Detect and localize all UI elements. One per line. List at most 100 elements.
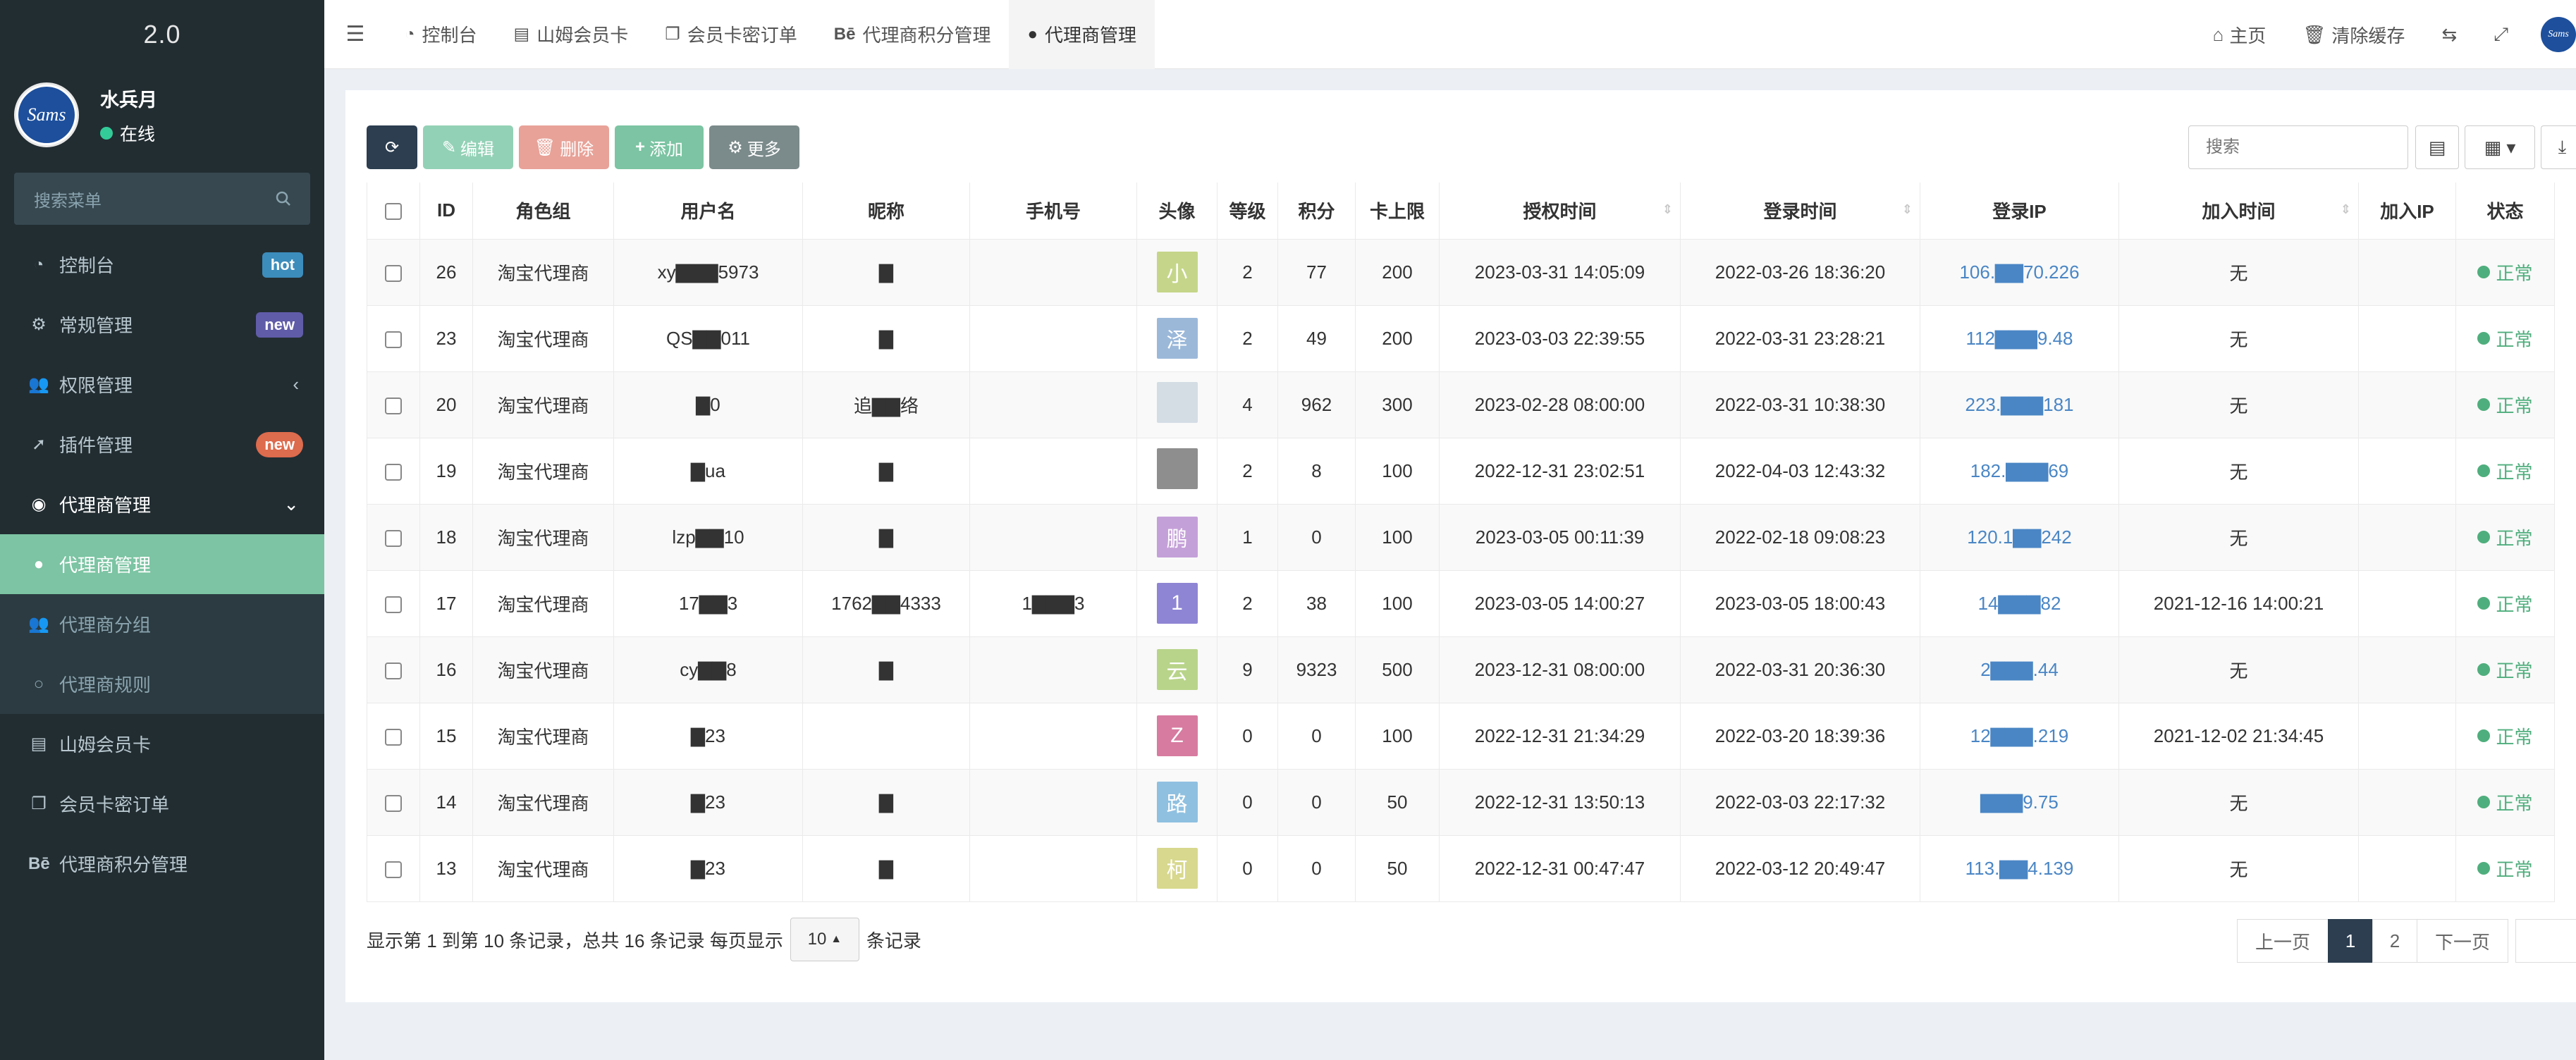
jump-page-input[interactable]	[2515, 919, 2576, 963]
col-header-sortable[interactable]: 授权时间 ⇕	[1439, 183, 1681, 240]
table-row[interactable]: 15 淘宝代理商 ▇23 Z 0 0 100 2022-12-31 21:34:29 2022-…	[367, 702, 2555, 770]
prev-page-button[interactable]: 上一页	[2237, 919, 2329, 963]
page-2-button[interactable]: 2	[2372, 919, 2417, 963]
columns-button[interactable]: ▦ ▾	[2465, 125, 2535, 169]
row-checkbox[interactable]	[385, 861, 402, 878]
tab-agent-points[interactable]: Bē 代理商积分管理	[816, 0, 1010, 69]
users-icon: 👥	[28, 375, 49, 394]
fullscreen-icon[interactable]: ⤢	[2475, 23, 2527, 46]
row-checkbox[interactable]	[385, 662, 402, 679]
table-search-input[interactable]	[2188, 125, 2408, 169]
sidebar-item-plugins[interactable]: ➚ 插件管理 new	[0, 414, 324, 474]
row-checkbox[interactable]	[385, 728, 402, 746]
brand-logo[interactable]: 2.0	[0, 0, 324, 69]
table-row[interactable]: 20 淘宝代理商 ▇0 追▇▇络 4 962 300 2023-02-28 08:00:00 2…	[367, 371, 2555, 438]
page-size-select[interactable]: 10 ▲	[790, 918, 859, 961]
edit-button[interactable]: ✎ 编辑	[423, 125, 513, 169]
row-select-cell[interactable]	[367, 834, 420, 902]
sidebar-item-card-orders[interactable]: ❐ 会员卡密订单	[0, 774, 324, 834]
sidebar-item-agent-management[interactable]: ◉ 代理商管理 ⌄	[0, 474, 324, 534]
refresh-button[interactable]: ⟳	[367, 125, 417, 169]
row-checkbox[interactable]	[385, 463, 402, 481]
row-select-cell[interactable]	[367, 238, 420, 306]
sidebar-subitem-agent-group[interactable]: 👥 代理商分组	[0, 594, 324, 654]
cell-status: 正常	[2455, 569, 2555, 637]
sidebar-item-agent-points[interactable]: Bē 代理商积分管理	[0, 834, 324, 894]
add-button[interactable]: + 添加	[615, 125, 704, 169]
cell-avatar: 鹏	[1136, 503, 1218, 571]
cell-level: 4	[1217, 371, 1278, 438]
row-checkbox[interactable]	[385, 794, 402, 812]
col-header[interactable]: ID	[419, 183, 473, 240]
row-select-cell[interactable]	[367, 503, 420, 571]
cell-level: 2	[1217, 437, 1278, 505]
table-row[interactable]: 23 淘宝代理商 QS▇▇011 ▇ 泽 2 49 200 2023-03-03 22:39:5…	[367, 304, 2555, 372]
menu-toggle-icon[interactable]: ☰	[324, 22, 386, 47]
cell-id: 13	[419, 834, 473, 902]
delete-button[interactable]: 🗑 删除	[519, 125, 609, 169]
tab-card-orders[interactable]: ❐ 会员卡密订单	[646, 0, 816, 69]
translate-icon[interactable]: ⇆	[2423, 24, 2475, 46]
table-row[interactable]: 18 淘宝代理商 lzp▇▇10 ▇ 鹏 1 0 100 2023-03-05 00:11:39…	[367, 503, 2555, 571]
sidebar-subitem-agent-rules[interactable]: ○ 代理商规则	[0, 654, 324, 714]
select-all-header[interactable]	[367, 183, 420, 240]
cell-auth-time: 2023-03-31 14:05:09	[1439, 238, 1681, 306]
search-icon[interactable]	[275, 190, 292, 207]
sidebar-item-dashboard[interactable]: ◔ 控制台 hot	[0, 235, 324, 295]
row-select-cell[interactable]	[367, 304, 420, 372]
level-value: 2	[1242, 327, 1253, 349]
row-checkbox[interactable]	[385, 397, 402, 414]
table-row[interactable]: 17 淘宝代理商 17▇▇3 1762▇▇4333 1▇▇▇3 1 2 38 100 2023-0…	[367, 569, 2555, 637]
row-select-cell[interactable]	[367, 768, 420, 836]
sidebar-search-input[interactable]: 搜索菜单	[34, 187, 102, 211]
table-row[interactable]: 16 淘宝代理商 cy▇▇8 ▇ 云 9 9323 500 2023-12-31 08:00:0…	[367, 636, 2555, 703]
table-row[interactable]: 14 淘宝代理商 ▇23 ▇ 路 0 0 50 2022-12-31 13:50:13 2022-…	[367, 768, 2555, 836]
cell-score: 962	[1277, 371, 1356, 438]
sidebar-subitem-agent-management[interactable]: ● 代理商管理	[0, 534, 324, 594]
tab-dashboard[interactable]: ◔ 控制台	[386, 0, 496, 69]
cell-username: ▇ua	[613, 437, 803, 505]
cell-username: QS▇▇011	[613, 304, 803, 372]
row-checkbox[interactable]	[385, 529, 402, 547]
cell-avatar: 云	[1136, 636, 1218, 703]
cell-phone	[969, 768, 1137, 836]
export-button[interactable]: ⤓	[2541, 125, 2576, 169]
table-row[interactable]: 19 淘宝代理商 ▇ua ▇ 2 8 100 2022-12-31 23:02:51 2022-…	[367, 437, 2555, 505]
cell-nickname: ▇	[802, 503, 970, 571]
row-select-cell[interactable]	[367, 437, 420, 505]
row-checkbox[interactable]	[385, 264, 402, 282]
table-row[interactable]: 13 淘宝代理商 ▇23 ▇ 柯 0 0 50 2022-12-31 00:47:47 2022-…	[367, 834, 2555, 902]
sidebar-item-permissions[interactable]: 👥 权限管理 ‹	[0, 355, 324, 414]
sidebar-item-general[interactable]: ⚙ 常规管理 new	[0, 295, 324, 355]
circle-icon: ○	[33, 674, 44, 694]
col-header-sortable[interactable]: 登录时间 ⇕	[1680, 183, 1920, 240]
auth-time-value: 2023-03-31 14:05:09	[1474, 261, 1645, 283]
delete-label: 删除	[560, 140, 594, 159]
row-select-cell[interactable]	[367, 702, 420, 770]
clear-cache-button[interactable]: 🗑 清除缓存	[2284, 22, 2423, 48]
nickname-value: 1762▇▇4333	[831, 592, 941, 614]
col-header-sortable[interactable]: 加入时间 ⇕	[2118, 183, 2359, 240]
table-row[interactable]: 26 淘宝代理商 xy▇▇▇5973 ▇ 小 2 77 200 2023-03-31 14:05…	[367, 238, 2555, 306]
row-checkbox[interactable]	[385, 596, 402, 613]
cell-ip: 12▇▇▇.219	[1920, 702, 2119, 770]
home-link[interactable]: ⌂ 主页	[2195, 22, 2285, 48]
next-page-button[interactable]: 下一页	[2417, 919, 2508, 963]
group-value: 淘宝代理商	[497, 262, 589, 284]
sidebar-item-sams-card[interactable]: ▤ 山姆会员卡	[0, 714, 324, 774]
select-all-checkbox[interactable]	[385, 203, 402, 221]
col-header: 加入IP	[2358, 183, 2456, 240]
row-select-cell[interactable]	[367, 371, 420, 438]
more-button[interactable]: ⚙ 更多	[709, 125, 799, 169]
row-checkbox[interactable]	[385, 331, 402, 348]
tab-agent-management[interactable]: ● 代理商管理	[1009, 0, 1155, 69]
page-1-button[interactable]: 1	[2328, 919, 2373, 963]
sidebar-search[interactable]: 搜索菜单	[14, 173, 310, 225]
home-label: 主页	[2229, 25, 2267, 47]
cogs-icon: ⚙	[31, 315, 47, 334]
toggle-view-button[interactable]: ▤	[2415, 125, 2459, 169]
tab-sams-card[interactable]: ▤ 山姆会员卡	[496, 0, 647, 69]
row-select-cell[interactable]	[367, 636, 420, 703]
row-select-cell[interactable]	[367, 569, 420, 637]
user-menu-avatar[interactable]: Sams	[2541, 17, 2576, 52]
